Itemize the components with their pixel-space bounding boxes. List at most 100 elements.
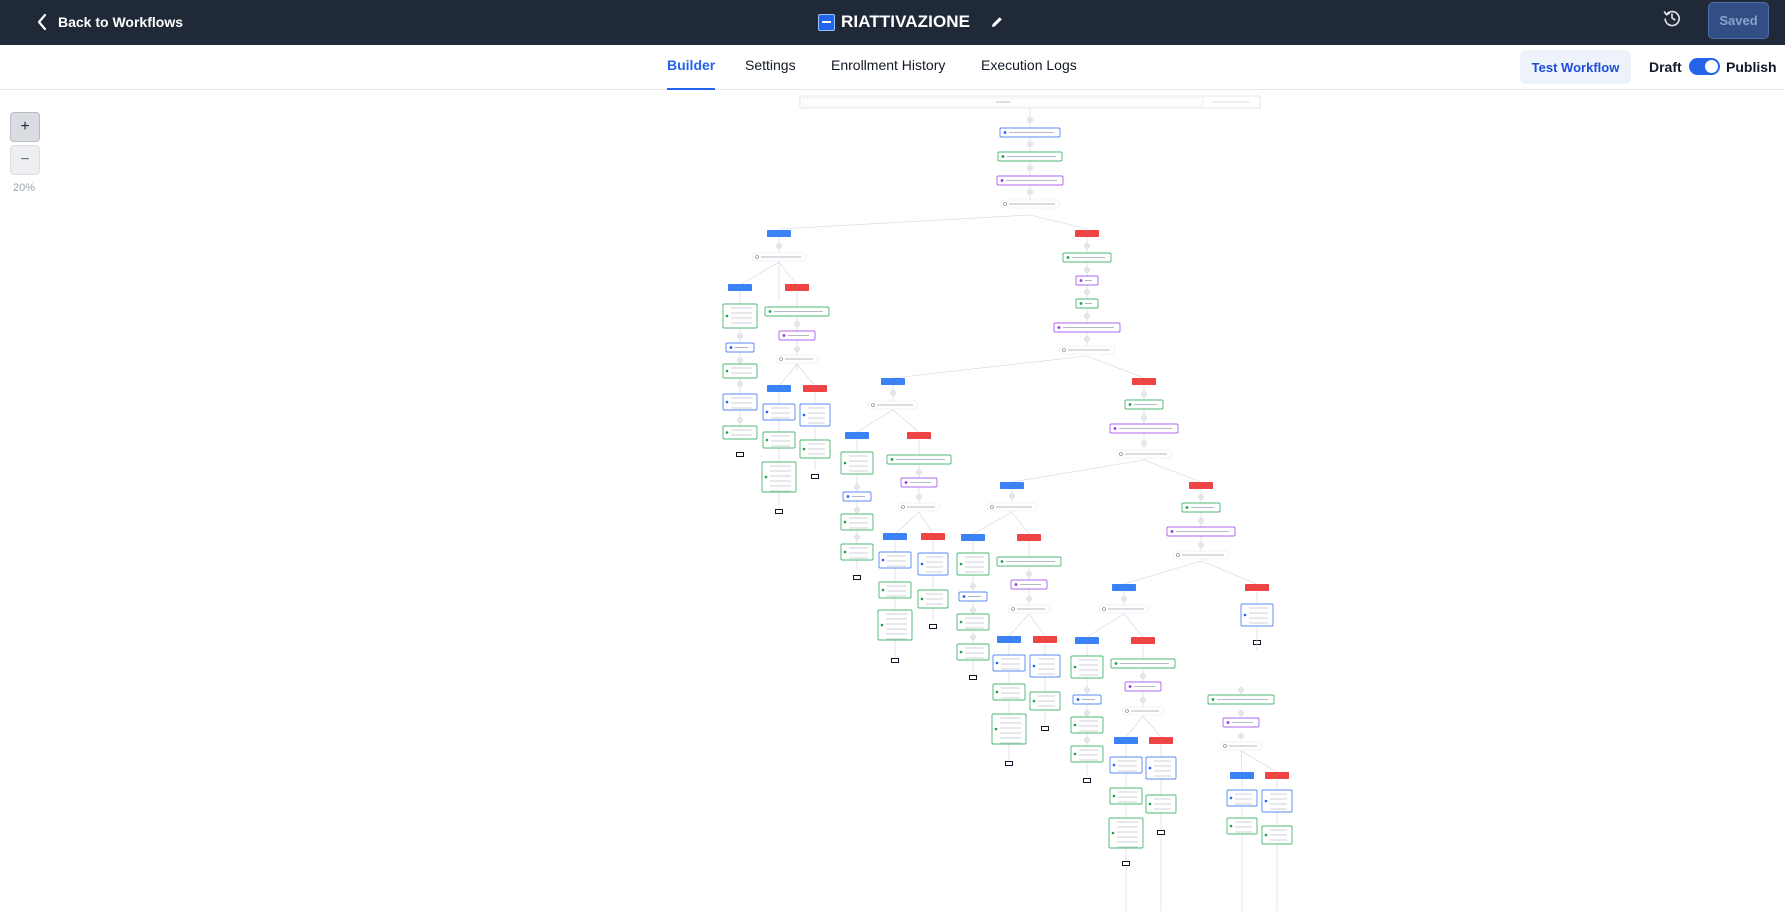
add-step-dot — [1198, 542, 1204, 548]
connector-line — [856, 409, 894, 433]
action-node-icon — [1079, 302, 1083, 305]
connector-line — [1008, 613, 1030, 637]
add-step-dot — [854, 484, 860, 490]
action-node-icon — [1057, 326, 1061, 329]
branch-label — [1149, 737, 1173, 744]
action-node-icon — [920, 562, 924, 566]
add-step-dot — [737, 357, 743, 363]
action-node-icon — [904, 481, 908, 484]
add-step-dot — [1084, 687, 1090, 693]
tab-enrollment-history[interactable]: Enrollment History — [831, 57, 945, 90]
action-node-icon — [1264, 799, 1268, 803]
action-node-icon — [802, 447, 806, 451]
action-node-icon — [843, 461, 847, 465]
branch-label — [1075, 637, 1099, 644]
connector-line — [894, 511, 920, 535]
branch-label — [803, 385, 827, 392]
end-node-icon-inner — [892, 659, 898, 662]
branch-label — [1114, 737, 1138, 744]
tab-execution-logs[interactable]: Execution Logs — [981, 57, 1077, 90]
tab-settings[interactable]: Settings — [745, 57, 796, 90]
connector-line — [1142, 715, 1162, 738]
action-node-icon — [1113, 427, 1117, 430]
workflow-canvas[interactable] — [0, 91, 1785, 911]
action-node-icon — [1114, 662, 1118, 665]
connector-line — [892, 355, 1088, 379]
branch-label — [921, 533, 945, 540]
branch-label — [1245, 584, 1269, 591]
branch-label — [883, 533, 907, 540]
branch-label — [785, 284, 809, 291]
add-step-dot — [916, 469, 922, 475]
connector-line — [892, 409, 920, 433]
publish-toggle[interactable] — [1689, 58, 1720, 75]
action-node-icon — [881, 558, 885, 562]
connector-line — [1028, 613, 1046, 637]
publish-label: Publish — [1726, 59, 1777, 75]
end-node-icon-inner — [970, 676, 976, 679]
branch-label — [845, 432, 869, 439]
action-node-icon — [1185, 506, 1189, 509]
action-node-icon — [768, 310, 772, 313]
connector-line — [796, 363, 816, 387]
add-step-dot — [1141, 415, 1147, 421]
add-step-dot — [1084, 737, 1090, 743]
action-node-icon — [1226, 721, 1230, 724]
test-workflow-button[interactable]: Test Workflow — [1520, 50, 1631, 84]
end-node-icon-inner — [776, 510, 782, 513]
add-step-dot — [1141, 391, 1147, 397]
connector-line — [1086, 613, 1125, 638]
branch-label — [1075, 230, 1099, 237]
end-node-icon-inner — [737, 453, 743, 456]
connector-line — [778, 261, 798, 286]
end-node-icon-inner — [854, 576, 860, 579]
connector-line — [778, 214, 1031, 230]
add-step-dot — [1027, 117, 1033, 123]
tab-builder[interactable]: Builder — [667, 57, 716, 90]
branch-label — [961, 534, 985, 541]
branch-label — [1131, 637, 1155, 644]
action-node-icon — [962, 595, 966, 598]
add-step-dot — [776, 243, 782, 249]
back-to-workflows-button[interactable]: Back to Workflows — [36, 9, 183, 35]
action-node-icon — [1066, 256, 1070, 259]
action-node-icon — [1112, 763, 1116, 767]
action-node-icon — [1014, 583, 1018, 586]
add-step-dot — [1238, 687, 1244, 693]
add-step-dot — [854, 534, 860, 540]
action-node-icon — [959, 620, 963, 624]
connector-line — [1011, 459, 1145, 483]
add-step-dot — [1009, 493, 1015, 499]
history-icon[interactable] — [1662, 8, 1682, 28]
tabs-bar: Builder Settings Enrollment History Exec… — [0, 45, 1785, 90]
add-step-dot — [1084, 267, 1090, 273]
pencil-icon[interactable] — [990, 15, 1004, 29]
action-node-icon — [1229, 824, 1233, 828]
branch-label — [907, 432, 931, 439]
action-node-icon — [1229, 796, 1233, 800]
action-node-icon — [1073, 752, 1077, 756]
connector-line — [918, 511, 934, 535]
end-node-icon-inner — [930, 625, 936, 628]
end-node-icon-inner — [1158, 831, 1164, 834]
saved-button[interactable]: Saved — [1708, 2, 1769, 39]
connector-line — [1086, 355, 1145, 379]
add-step-dot — [970, 634, 976, 640]
end-node-icon-inner — [1123, 862, 1129, 865]
action-node-icon — [920, 597, 924, 601]
action-node-icon — [1148, 802, 1152, 806]
connector-line — [1029, 214, 1088, 230]
add-step-dot — [794, 346, 800, 352]
action-node-icon — [1032, 664, 1036, 668]
action-node-icon — [764, 475, 768, 479]
add-step-dot — [1027, 141, 1033, 147]
action-node-icon — [880, 623, 884, 627]
add-step-dot — [1084, 710, 1090, 716]
connector-line — [778, 363, 798, 387]
action-node-icon — [995, 690, 999, 694]
add-step-dot — [1140, 697, 1146, 703]
workflow-title-group: RIATTIVAZIONE — [818, 8, 1004, 36]
add-step-dot — [794, 321, 800, 327]
action-node-icon — [1243, 613, 1247, 617]
action-node-icon — [725, 431, 729, 434]
